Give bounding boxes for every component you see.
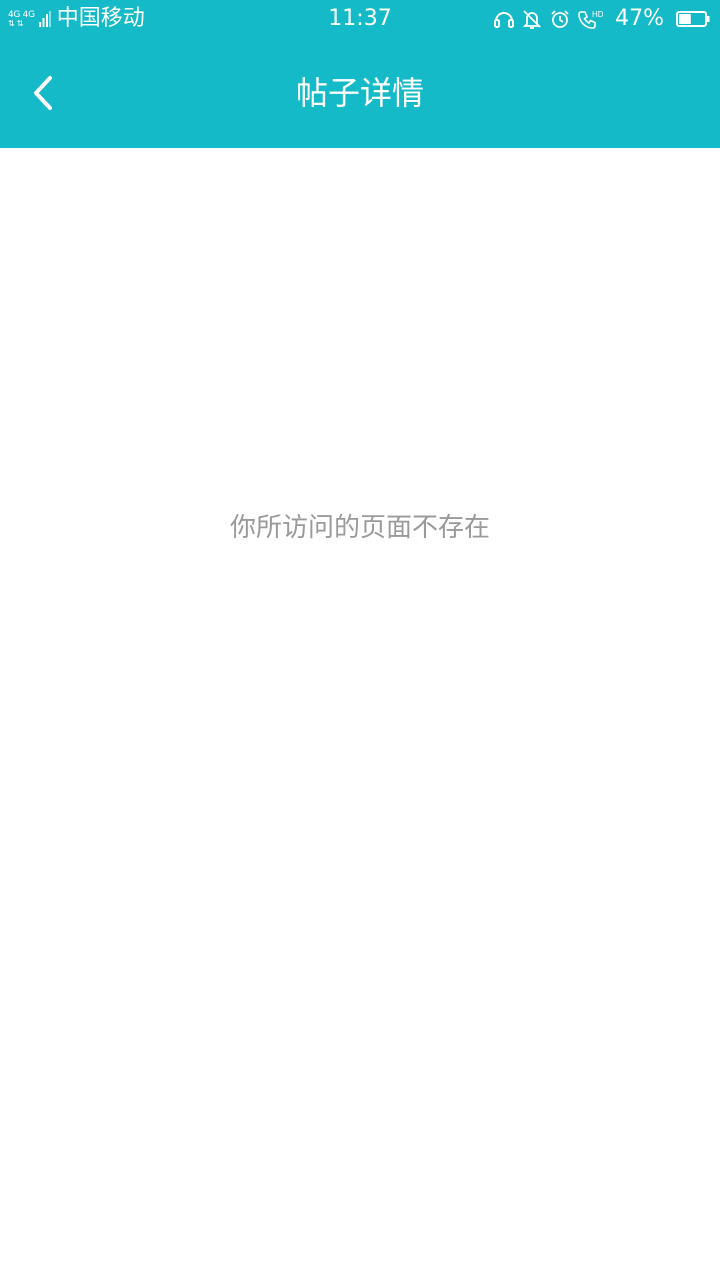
- chevron-left-icon: [34, 76, 52, 110]
- status-right: HD 47%: [487, 0, 710, 38]
- back-button[interactable]: [18, 63, 68, 123]
- battery-percent: 47%: [615, 6, 664, 31]
- content-area: 你所访问的页面不存在: [0, 148, 720, 1280]
- data-arrows-icon: ⇅⇅: [8, 19, 26, 28]
- battery-icon: [676, 11, 710, 27]
- signal-strength-icon: [38, 11, 51, 27]
- network-indicator: 4G 4G ⇅⇅: [8, 10, 35, 28]
- headset-icon: [494, 12, 515, 28]
- app-screen: 4G 4G ⇅⇅ 中国移动 11:37 HD 47% 帖子详情 你所访问的页面不…: [0, 0, 720, 1280]
- carrier-name: 中国移动: [56, 6, 145, 31]
- hd-call-icon: HD: [578, 10, 603, 29]
- status-bar: 4G 4G ⇅⇅ 中国移动 11:37 HD 47%: [0, 0, 720, 38]
- navigation-bar: 帖子详情: [0, 38, 720, 148]
- alarm-icon: [551, 10, 569, 28]
- svg-text:HD: HD: [592, 10, 603, 19]
- mute-bell-icon: [522, 10, 542, 29]
- page-not-found-message: 你所访问的页面不存在: [229, 513, 490, 543]
- status-left: 4G 4G ⇅⇅ 中国移动: [8, 0, 145, 38]
- page-title: 帖子详情: [295, 74, 424, 112]
- battery-fill: [679, 14, 691, 24]
